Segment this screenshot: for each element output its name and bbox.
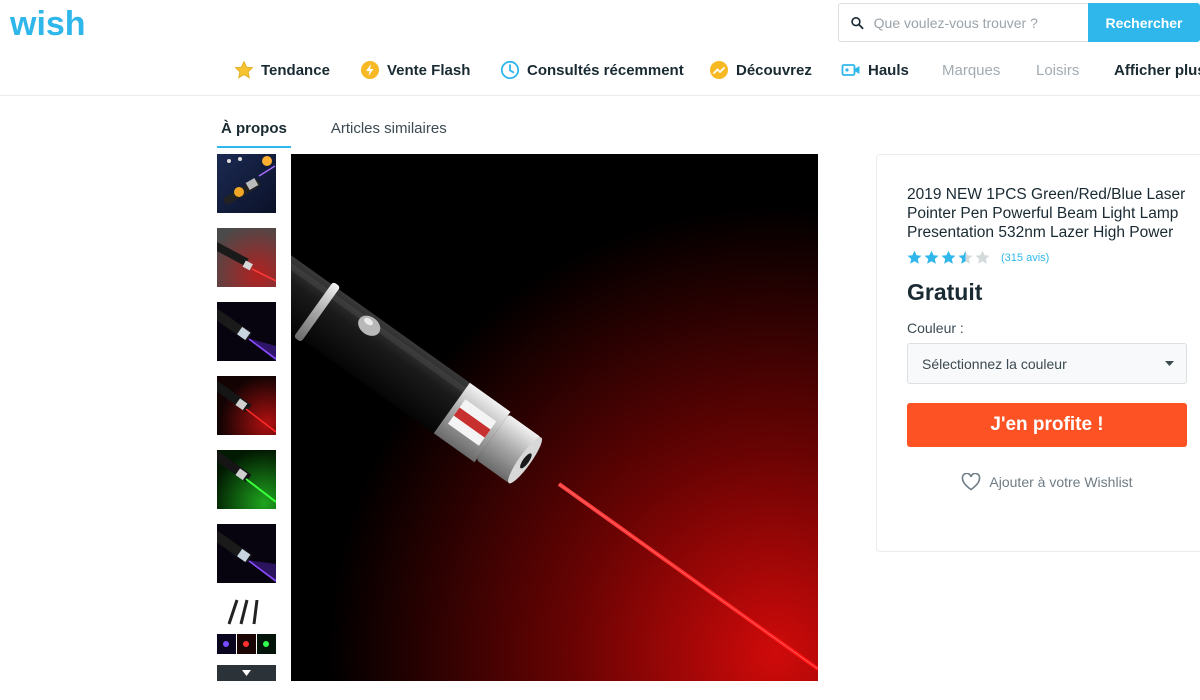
nav-label: Loisirs (1036, 61, 1080, 79)
nav-item-hauls[interactable]: Hauls (841, 58, 909, 82)
logo-text: wish (10, 5, 86, 43)
product-thumbnail[interactable] (217, 376, 276, 435)
star-half-icon (958, 250, 973, 264)
color-label: Couleur : (907, 320, 964, 336)
star-icon (234, 60, 254, 79)
chevron-down-icon (242, 670, 251, 676)
flash-icon (361, 61, 379, 79)
product-thumbnail[interactable] (217, 598, 276, 657)
add-to-wishlist-button[interactable]: Ajouter à votre Wishlist (907, 473, 1187, 491)
rating-stars (907, 250, 992, 265)
nav-label: Découvrez (736, 61, 812, 79)
color-select-value: Sélectionnez la couleur (922, 355, 1067, 372)
search-field[interactable] (838, 3, 1088, 42)
thumbnails-scroll-down-button[interactable] (217, 665, 276, 681)
nav-item-marques[interactable]: Marques (942, 58, 1000, 82)
nav-item-loisirs[interactable]: Loisirs (1036, 58, 1079, 82)
tab-articles-similaires[interactable]: Articles similaires (327, 112, 451, 148)
video-icon (841, 64, 860, 76)
nav-item-consultes[interactable]: Consultés récemment (500, 58, 684, 82)
star-empty-icon (975, 250, 990, 264)
search-icon (851, 16, 864, 29)
nav-label: Afficher plus (1114, 61, 1200, 79)
color-select[interactable]: Sélectionnez la couleur (907, 343, 1187, 384)
nav-label: Consultés récemment (527, 61, 684, 79)
star-filled-icon (924, 250, 939, 264)
category-nav: Tendance Vente Flash Consultés récemment… (0, 58, 1200, 82)
product-thumbnail[interactable] (217, 154, 276, 213)
search-button[interactable]: Rechercher (1088, 3, 1200, 42)
product-thumbnail[interactable] (217, 450, 276, 509)
clock-icon (500, 60, 520, 80)
wish-logo[interactable]: wish (10, 4, 94, 44)
search-bar: Rechercher (838, 3, 1200, 42)
thumbnail-list (217, 154, 276, 672)
star-filled-icon (941, 250, 956, 264)
trend-icon (710, 61, 728, 79)
product-thumbnail[interactable] (217, 228, 276, 287)
nav-item-tendance[interactable]: Tendance (234, 58, 330, 82)
tab-a-propos[interactable]: À propos (217, 112, 291, 148)
star-filled-icon (907, 250, 922, 264)
buy-button[interactable]: J'en profite ! (907, 403, 1187, 447)
nav-label: Tendance (261, 61, 330, 79)
wishlist-label: Ajouter à votre Wishlist (989, 474, 1133, 490)
product-thumbnail[interactable] (217, 524, 276, 583)
header-divider (0, 95, 1200, 96)
product-info-card: 2019 NEW 1PCS Green/Red/Blue Laser Point… (876, 154, 1200, 552)
heart-icon (962, 473, 981, 491)
product-main-image (291, 154, 818, 681)
search-input[interactable] (873, 14, 1088, 31)
nav-item-vente-flash[interactable]: Vente Flash (360, 58, 470, 82)
nav-item-afficher-plus[interactable]: Afficher plus (1114, 58, 1200, 82)
nav-item-decouvrez[interactable]: Découvrez (709, 58, 812, 82)
nav-label: Vente Flash (387, 61, 471, 79)
chevron-down-icon (1165, 361, 1174, 366)
product-tabs: À propos Articles similaires (217, 112, 487, 148)
product-thumbnail[interactable] (217, 302, 276, 361)
nav-label: Marques (942, 61, 1001, 79)
reviews-count-link[interactable]: (315 avis) (1001, 252, 1049, 264)
product-rating: (315 avis) (907, 250, 1200, 265)
nav-label: Hauls (868, 61, 909, 79)
product-price: Gratuit (907, 279, 983, 305)
product-title: 2019 NEW 1PCS Green/Red/Blue Laser Point… (907, 186, 1186, 241)
